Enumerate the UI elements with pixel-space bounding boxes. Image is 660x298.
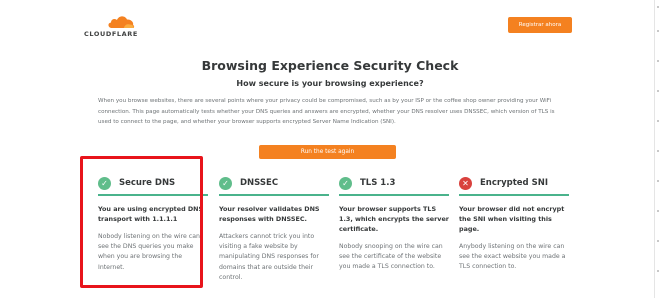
check-icon: ✓	[219, 176, 232, 190]
card-title: DNSSEC	[240, 178, 279, 188]
card-lead: You are using encrypted DNS transport wi…	[98, 205, 204, 223]
card-lead: Your browser did not encrypt the SNI whe…	[459, 205, 565, 233]
logo-text: CLOUDFLARE	[84, 30, 138, 38]
page-title: Browsing Experience Security Check	[201, 58, 459, 73]
card-dnssec: ✓ DNSSEC Your resolver validates DNS res…	[219, 172, 329, 283]
top-bar: CLOUDFLARE Registrar ahora	[0, 0, 660, 46]
card-secure-dns: ✓ Secure DNS You are using encrypted DNS…	[98, 172, 208, 273]
card-header: ✕ Encrypted SNI	[459, 172, 569, 196]
page-subtitle: How secure is your browsing experience?	[236, 79, 424, 88]
card-description: Nobody snooping on the wire can see the …	[339, 243, 443, 271]
card-header: ✓ Secure DNS	[98, 172, 208, 196]
register-button[interactable]: Registrar ahora	[508, 17, 572, 33]
run-test-button[interactable]: Run the test again	[259, 145, 396, 159]
cloud-logo-icon	[108, 16, 135, 28]
card-description: Nobody listening on the wire can see the…	[98, 233, 200, 271]
scrollbar[interactable]	[654, 0, 660, 298]
card-description: Attackers cannot trick you into visiting…	[219, 233, 319, 281]
card-description: Anybody listening on the wire can see th…	[459, 243, 566, 271]
card-header: ✓ DNSSEC	[219, 172, 329, 196]
cloudflare-logo[interactable]: CLOUDFLARE	[84, 14, 144, 38]
card-title: TLS 1.3	[360, 178, 396, 188]
card-tls: ✓ TLS 1.3 Your browser supports TLS 1.3,…	[339, 172, 449, 273]
cross-icon: ✕	[459, 176, 472, 190]
card-title: Secure DNS	[119, 178, 176, 188]
intro-text: When you browse websites, there are seve…	[98, 98, 555, 125]
card-encrypted-sni: ✕ Encrypted SNI Your browser did not enc…	[459, 172, 569, 273]
card-header: ✓ TLS 1.3	[339, 172, 449, 196]
check-icon: ✓	[98, 176, 111, 190]
card-title: Encrypted SNI	[480, 178, 548, 188]
check-icon: ✓	[339, 176, 352, 190]
card-lead: Your resolver validates DNS responses wi…	[219, 205, 320, 223]
card-lead: Your browser supports TLS 1.3, which enc…	[339, 205, 449, 233]
